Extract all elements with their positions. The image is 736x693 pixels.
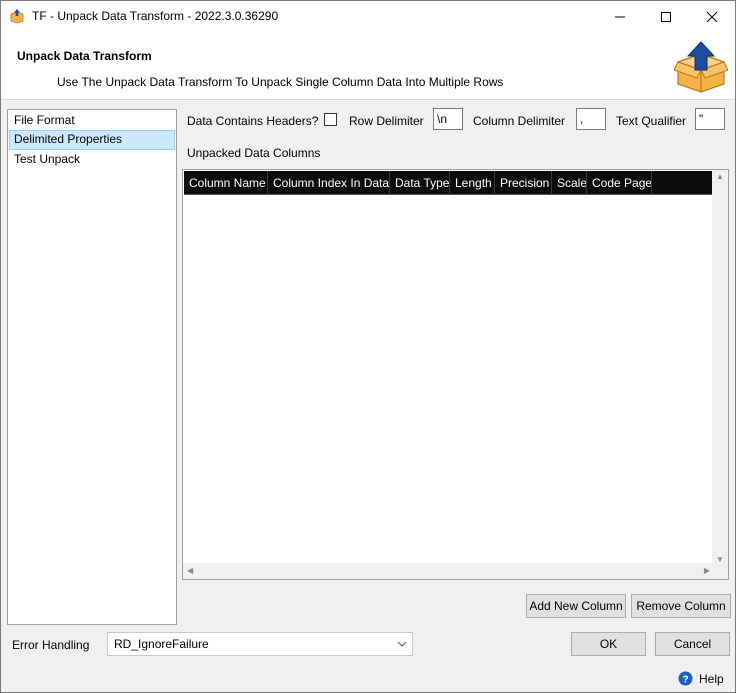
add-new-column-button[interactable]: Add New Column	[526, 594, 626, 618]
status-bar	[1, 665, 735, 692]
window-title: TF - Unpack Data Transform - 2022.3.0.36…	[32, 9, 279, 23]
page-title: Unpack Data Transform	[17, 49, 152, 63]
close-button[interactable]	[689, 1, 735, 32]
grid-horizontal-scrollbar[interactable]: ◀ ▶	[183, 563, 728, 579]
header-banner: Unpack Data Transform Use The Unpack Dat…	[1, 32, 735, 100]
row-delimiter-label: Row Delimiter	[349, 114, 424, 128]
error-handling-select[interactable]: RD_IgnoreFailure	[107, 632, 413, 656]
col-header-code-page[interactable]: Code Page	[587, 171, 652, 195]
dialog-window: TF - Unpack Data Transform - 2022.3.0.36…	[0, 0, 736, 693]
scroll-up-icon[interactable]: ▲	[716, 172, 724, 181]
box-upload-icon	[674, 41, 728, 93]
row-delimiter-input[interactable]	[433, 108, 463, 130]
minimize-button[interactable]	[597, 1, 643, 32]
unpacked-columns-grid[interactable]: Column Name Column Index In Data Data Ty…	[182, 169, 729, 580]
headers-checkbox[interactable]	[324, 113, 337, 126]
nav-item-test-unpack[interactable]: Test Unpack	[9, 150, 175, 170]
grid-header-row: Column Name Column Index In Data Data Ty…	[184, 171, 716, 195]
scroll-right-icon[interactable]: ▶	[704, 566, 710, 575]
col-header-length[interactable]: Length	[450, 171, 495, 195]
cancel-button[interactable]: Cancel	[655, 632, 730, 656]
maximize-button[interactable]	[643, 1, 689, 32]
scroll-left-icon[interactable]: ◀	[187, 566, 193, 575]
text-qualifier-label: Text Qualifier	[616, 114, 687, 128]
text-qualifier-input[interactable]	[695, 108, 725, 130]
help-icon[interactable]: ?	[678, 671, 693, 686]
help-link[interactable]: Help	[699, 672, 724, 686]
page-description: Use The Unpack Data Transform To Unpack …	[57, 75, 504, 89]
col-header-precision[interactable]: Precision	[495, 171, 552, 195]
col-header-column-name[interactable]: Column Name	[184, 171, 268, 195]
maximize-icon	[661, 11, 671, 22]
col-header-scale[interactable]: Scale	[552, 171, 587, 195]
grid-vertical-scrollbar[interactable]: ▲ ▼	[712, 170, 728, 566]
column-delimiter-label: Column Delimiter	[473, 114, 566, 128]
close-icon	[707, 11, 717, 22]
app-icon	[10, 9, 24, 24]
col-header-column-index[interactable]: Column Index In Data	[268, 171, 390, 195]
headers-label: Data Contains Headers?	[187, 114, 319, 128]
chevron-down-icon	[396, 633, 408, 655]
remove-column-button[interactable]: Remove Column	[631, 594, 731, 618]
ok-button[interactable]: OK	[571, 632, 646, 656]
minimize-icon	[615, 16, 625, 17]
title-bar: TF - Unpack Data Transform - 2022.3.0.36…	[1, 1, 735, 32]
error-handling-value: RD_IgnoreFailure	[114, 637, 209, 651]
grid-title: Unpacked Data Columns	[187, 146, 321, 160]
nav-item-delimited-properties[interactable]: Delimited Properties	[9, 130, 175, 150]
svg-text:?: ?	[682, 674, 688, 685]
error-handling-label: Error Handling	[12, 638, 90, 652]
nav-item-file-format[interactable]: File Format	[9, 111, 175, 131]
column-delimiter-input[interactable]	[576, 108, 606, 130]
navigation-list: File Format Delimited Properties Test Un…	[7, 109, 177, 625]
col-header-data-type[interactable]: Data Type	[390, 171, 450, 195]
